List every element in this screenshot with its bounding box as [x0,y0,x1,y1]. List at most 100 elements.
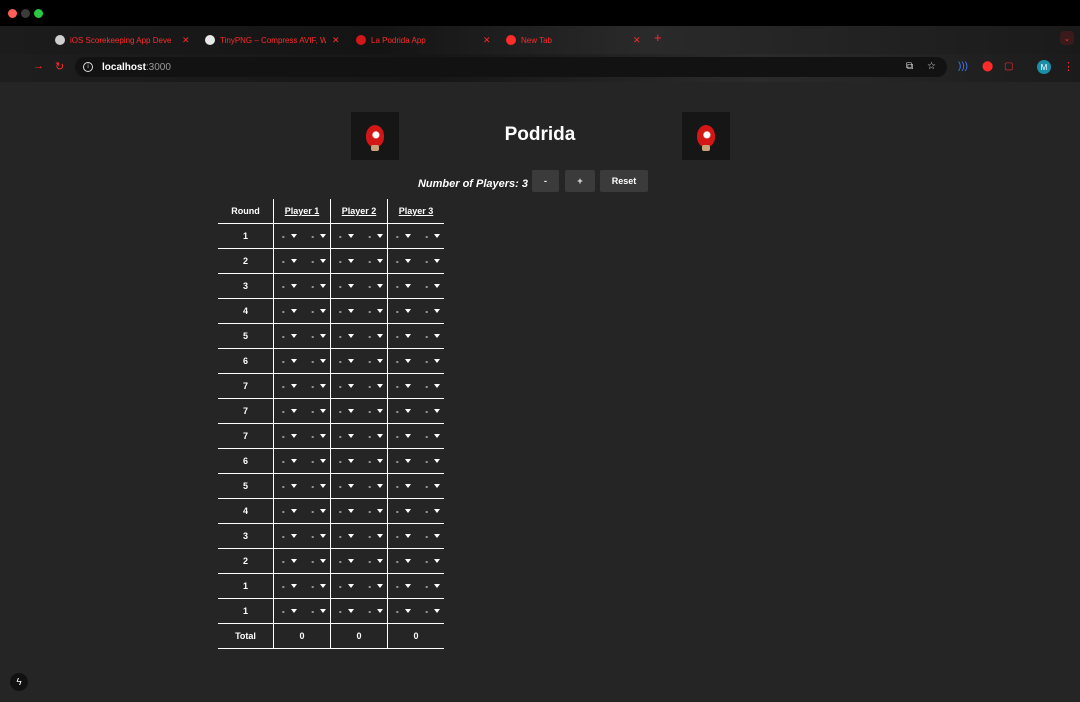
player-2-header[interactable]: Player 2 [330,199,388,224]
tricks-select[interactable]: - [368,232,383,241]
bid-select[interactable]: - [396,232,411,241]
tab-close-icon[interactable]: ✕ [332,35,340,46]
profile-avatar[interactable]: M [1037,60,1051,74]
tricks-select[interactable]: - [425,507,440,516]
bid-select[interactable]: - [282,607,297,616]
tricks-select[interactable]: - [311,282,326,291]
bid-select[interactable]: - [339,332,354,341]
bid-select[interactable]: - [282,307,297,316]
bid-select[interactable]: - [339,532,354,541]
bid-select[interactable]: - [282,482,297,491]
bid-select[interactable]: - [282,382,297,391]
bid-select[interactable]: - [339,582,354,591]
extension-wireless-icon[interactable]: ))) [958,61,968,72]
bid-select[interactable]: - [396,607,411,616]
tricks-select[interactable]: - [368,382,383,391]
bid-select[interactable]: - [339,432,354,441]
bid-select[interactable]: - [396,532,411,541]
tricks-select[interactable]: - [368,557,383,566]
bid-select[interactable]: - [282,232,297,241]
bid-select[interactable]: - [396,407,411,416]
close-window-button[interactable] [8,9,17,18]
tab-new-tab[interactable]: New Tab ✕ [506,30,641,50]
bid-select[interactable]: - [396,307,411,316]
bid-select[interactable]: - [282,557,297,566]
bid-select[interactable]: - [396,282,411,291]
bid-select[interactable]: - [339,407,354,416]
bid-select[interactable]: - [339,282,354,291]
bid-select[interactable]: - [339,507,354,516]
tricks-select[interactable]: - [368,432,383,441]
new-tab-button[interactable]: + [654,30,662,45]
tricks-select[interactable]: - [368,482,383,491]
bid-select[interactable]: - [282,357,297,366]
tricks-select[interactable]: - [368,257,383,266]
extension-shield-icon[interactable]: ⬤ [982,61,993,72]
bid-select[interactable]: - [339,557,354,566]
tab-close-icon[interactable]: ✕ [483,35,491,46]
tricks-select[interactable]: - [368,332,383,341]
bid-select[interactable]: - [282,332,297,341]
bid-select[interactable]: - [396,482,411,491]
site-info-icon[interactable]: i [83,62,93,72]
tricks-select[interactable]: - [311,332,326,341]
bid-select[interactable]: - [282,507,297,516]
tab-ios-scorekeeping[interactable]: iOS Scorekeeping App Deve ✕ [55,30,190,50]
bid-select[interactable]: - [339,482,354,491]
bid-select[interactable]: - [396,432,411,441]
address-bar[interactable]: i localhost :3000 [75,57,947,77]
bid-select[interactable]: - [282,532,297,541]
bid-select[interactable]: - [339,457,354,466]
player-1-header[interactable]: Player 1 [273,199,331,224]
tricks-select[interactable]: - [368,307,383,316]
tricks-select[interactable]: - [425,582,440,591]
tricks-select[interactable]: - [311,607,326,616]
bid-select[interactable]: - [282,257,297,266]
tricks-select[interactable]: - [425,332,440,341]
tricks-select[interactable]: - [368,582,383,591]
tricks-select[interactable]: - [311,257,326,266]
bid-select[interactable]: - [282,582,297,591]
tab-search-icon[interactable]: ⌄ [1060,31,1074,45]
tricks-select[interactable]: - [368,607,383,616]
tab-close-icon[interactable]: ✕ [182,35,190,46]
tricks-select[interactable]: - [425,607,440,616]
tricks-select[interactable]: - [311,232,326,241]
tricks-select[interactable]: - [368,507,383,516]
tricks-select[interactable]: - [425,232,440,241]
extensions-puzzle-icon[interactable]: ▢ [1004,61,1013,72]
bid-select[interactable]: - [396,507,411,516]
tricks-select[interactable]: - [311,382,326,391]
bid-select[interactable]: - [396,332,411,341]
reload-icon[interactable]: ↻ [55,60,64,73]
bid-select[interactable]: - [396,257,411,266]
tricks-select[interactable]: - [311,407,326,416]
tricks-select[interactable]: - [311,482,326,491]
bid-select[interactable]: - [396,382,411,391]
cast-icon[interactable]: ⧉ [906,61,913,72]
tricks-select[interactable]: - [425,432,440,441]
tricks-select[interactable]: - [425,257,440,266]
tricks-select[interactable]: - [311,307,326,316]
bid-select[interactable]: - [282,432,297,441]
bid-select[interactable]: - [339,232,354,241]
bolt-icon[interactable]: ϟ [10,673,28,691]
tricks-select[interactable]: - [425,382,440,391]
tricks-select[interactable]: - [425,482,440,491]
maximize-window-button[interactable] [34,9,43,18]
tricks-select[interactable]: - [311,432,326,441]
tricks-select[interactable]: - [368,282,383,291]
tricks-select[interactable]: - [425,357,440,366]
tricks-select[interactable]: - [311,532,326,541]
bookmark-star-icon[interactable]: ☆ [927,61,936,72]
minimize-window-button[interactable] [21,9,30,18]
forward-icon[interactable]: → [33,60,44,72]
tricks-select[interactable]: - [425,457,440,466]
bid-select[interactable]: - [339,257,354,266]
tricks-select[interactable]: - [425,532,440,541]
tab-tinypng[interactable]: TinyPNG – Compress AVIF, W ✕ [205,30,340,50]
bid-select[interactable]: - [282,282,297,291]
tricks-select[interactable]: - [425,557,440,566]
player-3-header[interactable]: Player 3 [387,199,444,224]
browser-menu-icon[interactable]: ⋮ [1063,60,1074,73]
